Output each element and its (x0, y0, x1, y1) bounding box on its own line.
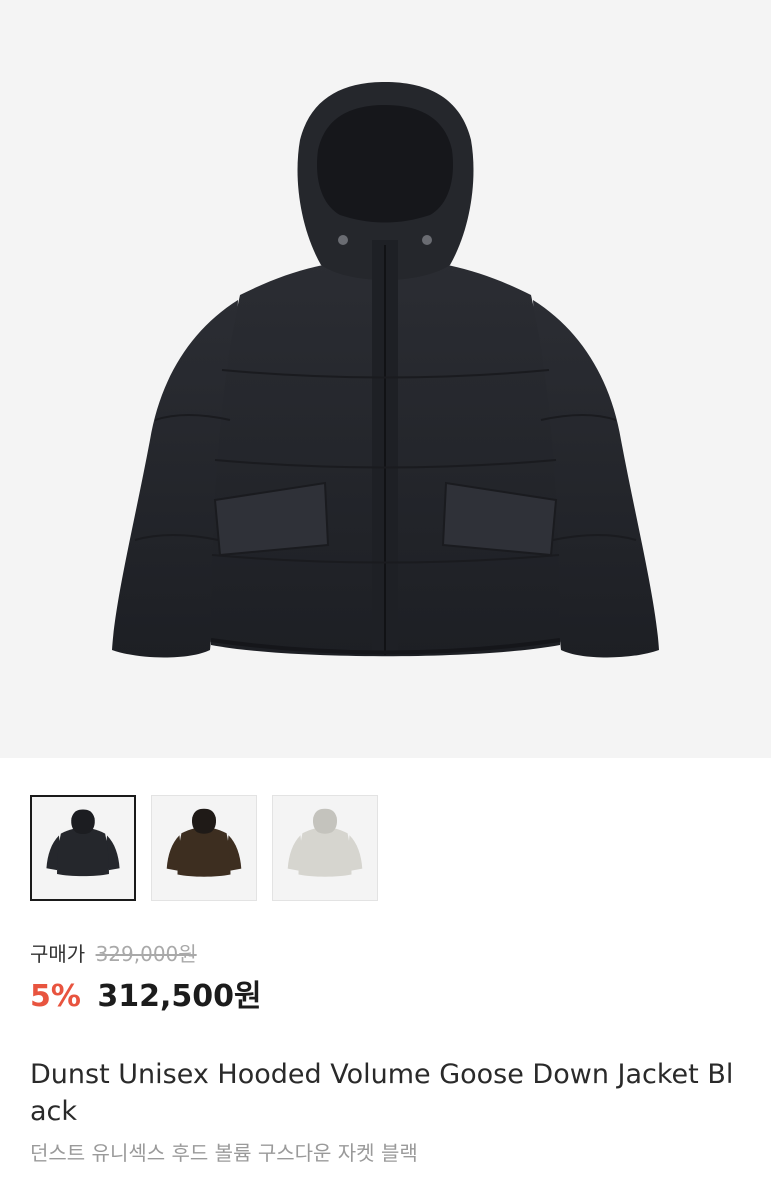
purchase-price-row: 구매가 329,000원 (30, 940, 197, 968)
product-title-korean: 던스트 유니섹스 후드 볼륨 구스다운 자켓 블랙 (30, 1141, 418, 1165)
thumbnail-brown[interactable] (151, 795, 257, 901)
jacket-thumbnail-light-gray (287, 808, 363, 877)
jacket-photo (112, 82, 659, 658)
jacket-thumbnail-brown (166, 808, 242, 877)
final-price: 312,500원 (97, 979, 262, 1014)
original-price: 329,000원 (95, 942, 197, 966)
discount-rate: 5% (30, 979, 81, 1014)
thumbnail-light-gray[interactable] (272, 795, 378, 901)
purchase-price-label: 구매가 (30, 942, 86, 966)
jacket-thumbnail-black (46, 809, 120, 877)
product-main-image[interactable] (0, 0, 771, 758)
sale-price-row: 5% 312,500원 (30, 976, 262, 1018)
thumbnail-black[interactable] (30, 795, 136, 901)
color-thumbnail-list (30, 795, 378, 901)
product-title-english: Dunst Unisex Hooded Volume Goose Down Ja… (30, 1059, 734, 1127)
